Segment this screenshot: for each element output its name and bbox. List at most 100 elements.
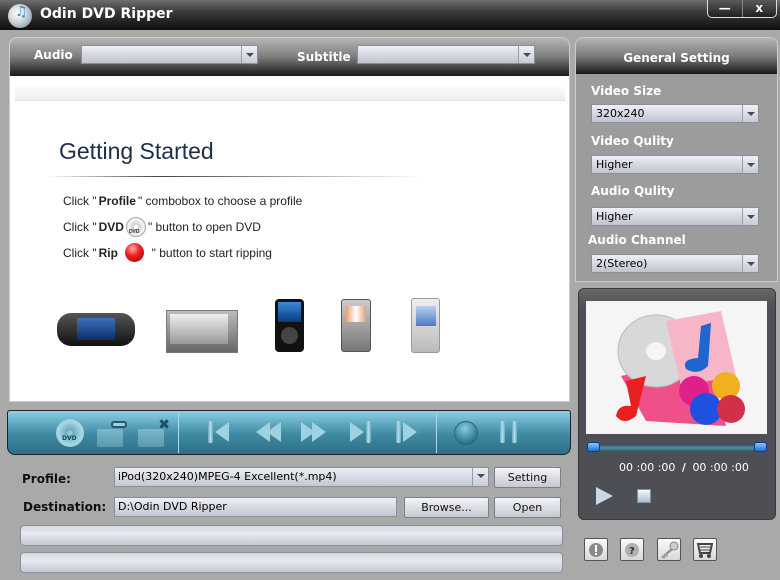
register-key-icon [661, 541, 679, 559]
svg-text:?: ? [629, 546, 635, 557]
audio-quality-combobox[interactable]: Higher [591, 207, 759, 226]
general-setting-panel: General Setting Video Size 320x240 Video… [575, 37, 778, 282]
help-button[interactable]: ? [620, 538, 644, 561]
about-button[interactable] [584, 538, 608, 561]
rewind-icon[interactable] [256, 419, 282, 445]
playback-toolbar: ✖ [7, 410, 571, 455]
profile-combobox[interactable]: iPod(320x240)MPEG-4 Excellent(*.mp4) [114, 467, 489, 487]
audio-quality-label: Audio Qulity [591, 184, 675, 198]
close-icon: ✖ [158, 417, 170, 433]
pause-icon[interactable] [500, 419, 526, 445]
profile-label: Profile: [22, 472, 71, 486]
current-time: 00 :00 :00 [619, 461, 676, 474]
chevron-down-icon[interactable] [742, 208, 758, 225]
instruction-text: Click " [63, 245, 97, 260]
video-size-label: Video Size [591, 84, 662, 98]
psp-device-image [57, 313, 135, 346]
audio-combobox[interactable] [81, 45, 258, 64]
help-icon: ? [625, 542, 639, 557]
time-separator: / [681, 461, 686, 474]
buy-button[interactable] [693, 538, 717, 561]
instruction-dvd: Click "DVD " button to open DVD [63, 217, 261, 237]
audio-channel-label: Audio Channel [588, 233, 686, 247]
general-setting-title: General Setting [576, 38, 777, 74]
total-time: 00 :00 :00 [692, 461, 749, 474]
toolbar-divider [436, 413, 437, 453]
ipod-device-image [275, 299, 304, 352]
divider [45, 176, 425, 177]
minimize-button[interactable]: — [708, 0, 742, 17]
time-readout: 00 :00 :00 / 00 :00 :00 [619, 461, 749, 474]
instruction-keyword: Rip [98, 245, 118, 260]
video-quality-value: Higher [596, 158, 633, 171]
progress-bar-secondary [20, 552, 563, 573]
register-button[interactable] [657, 538, 681, 561]
seek-slider[interactable] [587, 442, 767, 452]
seek-start-handle[interactable] [587, 442, 600, 452]
audio-channel-value: 2(Stereo) [596, 257, 648, 270]
rip-red-icon [125, 243, 145, 262]
media-player-device-image [166, 310, 238, 353]
browse-button[interactable]: Browse... [404, 497, 489, 518]
fast-forward-icon[interactable] [301, 419, 327, 445]
subtitle-label: Subtitle [297, 50, 351, 64]
instruction-text: " button to start ripping [151, 245, 272, 260]
main-content-panel: Audio Subtitle Getting Started Click " Pr… [9, 37, 570, 402]
smartphone-device-image [341, 299, 371, 352]
instruction-keyword: Profile [98, 194, 136, 208]
remove-folder-icon[interactable]: ✖ [138, 417, 170, 447]
title-list-strip[interactable] [15, 87, 565, 101]
audio-label: Audio [34, 48, 73, 62]
title-bar: Odin DVD Ripper — x [0, 0, 780, 30]
folder-tab-icon [111, 421, 127, 428]
profile-value: iPod(320x240)MPEG-4 Excellent(*.mp4) [118, 470, 337, 483]
instruction-keyword: DVD [98, 220, 124, 234]
mobile-phone-device-image [411, 298, 440, 353]
instruction-text: Click " [63, 220, 97, 234]
setting-button[interactable]: Setting [494, 467, 561, 488]
preview-panel: 00 :00 :00 / 00 :00 :00 [578, 288, 776, 520]
dvd-disc-icon [125, 217, 146, 237]
audio-quality-value: Higher [596, 210, 633, 223]
video-quality-combobox[interactable]: Higher [591, 155, 759, 174]
preview-image [586, 301, 767, 434]
video-size-combobox[interactable]: 320x240 [591, 104, 759, 123]
close-button[interactable]: x [741, 0, 777, 17]
subtitle-combobox[interactable] [357, 45, 535, 64]
chevron-down-icon[interactable] [742, 255, 758, 272]
play-icon[interactable] [596, 487, 613, 505]
instruction-profile: Click " Profile " combobox to choose a pro… [63, 194, 302, 208]
instruction-text: Click " [63, 194, 97, 208]
destination-input[interactable]: D:\Odin DVD Ripper [114, 497, 397, 517]
instruction-text: " combobox to choose a profile [137, 194, 303, 208]
buy-cart-icon [696, 542, 714, 558]
progress-bar-primary [20, 525, 563, 546]
stop-icon[interactable] [637, 489, 651, 503]
rip-button-icon[interactable] [454, 421, 478, 445]
chevron-down-icon[interactable] [241, 46, 257, 63]
window-title: Odin DVD Ripper [40, 6, 173, 22]
chevron-down-icon[interactable] [742, 156, 758, 173]
about-icon [589, 542, 603, 557]
chevron-down-icon[interactable] [742, 105, 758, 122]
previous-chapter-icon[interactable] [208, 419, 234, 445]
instruction-text: " button to open DVD [147, 220, 261, 234]
load-folder-icon[interactable] [97, 421, 127, 447]
video-size-value: 320x240 [596, 107, 645, 120]
music-disc-illustration [616, 311, 745, 426]
audio-channel-combobox[interactable]: 2(Stereo) [591, 254, 759, 273]
toolbar-divider [178, 413, 179, 453]
video-quality-label: Video Qulity [591, 134, 674, 148]
next-chapter-icon[interactable] [350, 419, 376, 445]
track-selection-header: Audio Subtitle [10, 38, 569, 76]
destination-label: Destination: [23, 500, 107, 514]
open-dvd-icon[interactable] [56, 419, 84, 447]
instruction-rip: Click " Rip " button to start ripping [63, 243, 272, 262]
chevron-down-icon[interactable] [518, 46, 534, 63]
window-controls: — x [707, 0, 777, 18]
step-frame-icon[interactable] [396, 419, 422, 445]
seek-end-handle[interactable] [754, 442, 767, 452]
open-folder-button[interactable]: Open [494, 497, 561, 518]
chevron-down-icon[interactable] [472, 468, 488, 486]
app-logo-icon [8, 4, 32, 28]
